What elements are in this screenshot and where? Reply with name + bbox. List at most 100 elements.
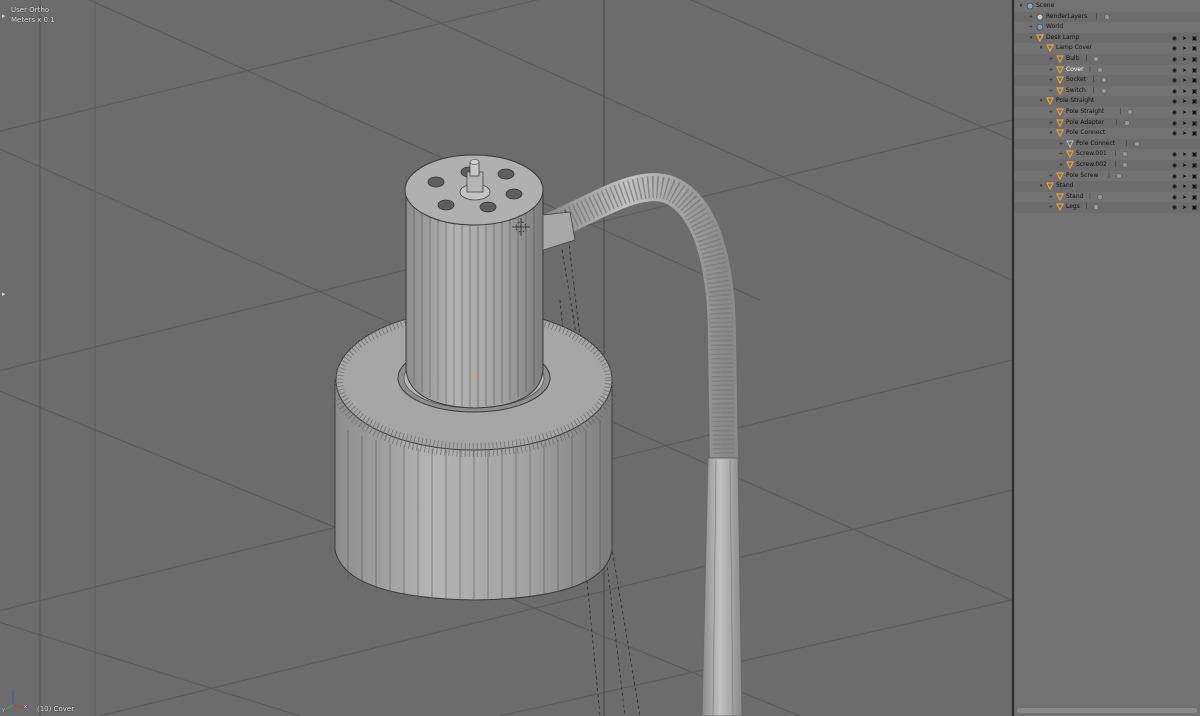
expand-toggle-icon[interactable]: +	[1058, 139, 1064, 150]
outliner-item-label[interactable]: World	[1046, 22, 1063, 33]
cursor-icon[interactable]: ➤	[1181, 130, 1188, 137]
outliner-item-label[interactable]: Stand	[1056, 181, 1073, 192]
outliner-scrollbar[interactable]	[1017, 708, 1197, 713]
eye-icon[interactable]: ◉	[1171, 67, 1178, 74]
outliner-panel[interactable]: ▾ Scene + RenderLayers | + World ▾ Desk Lamp ◉ ➤ ▣ ▾…	[1014, 0, 1200, 716]
eye-icon[interactable]: ◉	[1171, 183, 1178, 190]
outliner-item-label[interactable]: Pole Connect	[1076, 139, 1115, 150]
camera-icon[interactable]: ▣	[1191, 130, 1198, 137]
outliner-item[interactable]: + RenderLayers |	[1014, 11, 1200, 23]
expand-toggle-icon[interactable]: +	[1048, 86, 1054, 97]
cursor-icon[interactable]: ➤	[1181, 35, 1188, 42]
outliner-item-label[interactable]: Pole Connect	[1066, 128, 1105, 139]
outliner-item-label[interactable]: Pole Adapter	[1066, 118, 1104, 129]
expand-toggle-icon[interactable]: +	[1058, 160, 1064, 171]
cursor-icon[interactable]: ➤	[1181, 98, 1188, 105]
eye-icon[interactable]: ◉	[1171, 98, 1178, 105]
outliner-item[interactable]: ▾ Lamp Cover ◉ ➤ ▣	[1014, 43, 1200, 54]
outliner-item-label[interactable]: Screw.002	[1076, 160, 1107, 171]
cursor-icon[interactable]: ➤	[1181, 67, 1188, 74]
outliner-item-label[interactable]: Pole Screw	[1066, 171, 1098, 182]
outliner-item[interactable]: + Socket | ◉ ➤ ▣	[1014, 75, 1200, 86]
expand-toggle-icon[interactable]: +	[1048, 171, 1054, 182]
outliner-item[interactable]: + Pole Screw | ◉ ➤ ▣	[1014, 171, 1200, 182]
eye-icon[interactable]: ◉	[1171, 204, 1178, 211]
outliner-item[interactable]: ▾ Stand ◉ ➤ ▣	[1014, 181, 1200, 192]
outliner-item[interactable]: + Pole Straight | ◉ ➤ ▣	[1014, 107, 1200, 118]
cursor-icon[interactable]: ➤	[1181, 173, 1188, 180]
cursor-icon[interactable]: ➤	[1181, 194, 1188, 201]
child-data-icon[interactable]	[1100, 87, 1107, 94]
outliner-item[interactable]: + Legs | ◉ ➤ ▣	[1014, 202, 1200, 213]
outliner-item-label[interactable]: Pole Straight	[1066, 107, 1104, 118]
child-data-icon[interactable]	[1093, 204, 1100, 211]
properties-toggle[interactable]: ▸	[2, 290, 7, 298]
camera-icon[interactable]: ▣	[1191, 204, 1198, 211]
toolshelf-toggle[interactable]: ▸	[2, 12, 7, 20]
camera-icon[interactable]: ▣	[1191, 194, 1198, 201]
expand-toggle-icon[interactable]: +	[1048, 65, 1054, 76]
expand-toggle-icon[interactable]: +	[1048, 192, 1054, 203]
cursor-icon[interactable]: ➤	[1181, 77, 1188, 84]
eye-icon[interactable]: ◉	[1171, 35, 1178, 42]
camera-icon[interactable]: ▣	[1191, 162, 1198, 169]
expand-toggle-icon[interactable]: +	[1058, 149, 1064, 160]
outliner-item-label[interactable]: Lamp Cover	[1056, 43, 1092, 54]
camera-icon[interactable]: ▣	[1191, 173, 1198, 180]
expand-toggle-icon[interactable]: +	[1028, 12, 1034, 23]
collapse-toggle-icon[interactable]: ▾	[1018, 1, 1024, 12]
outliner-item-label[interactable]: Scene	[1036, 1, 1054, 12]
eye-icon[interactable]: ◉	[1171, 88, 1178, 95]
camera-icon[interactable]: ▣	[1191, 56, 1198, 63]
collapse-toggle-icon[interactable]: ▾	[1048, 128, 1054, 139]
expand-toggle-icon[interactable]: +	[1048, 202, 1054, 213]
eye-icon[interactable]: ◉	[1171, 194, 1178, 201]
child-data-icon[interactable]	[1127, 109, 1134, 115]
outliner-item[interactable]: + Cover | ◉ ➤ ▣	[1014, 65, 1200, 76]
3d-viewport[interactable]: User Ortho Meters x 0.1 (10) Cover x y ▸…	[0, 0, 1012, 716]
outliner-item-label[interactable]: Desk Lamp	[1046, 33, 1080, 44]
expand-toggle-icon[interactable]: +	[1048, 118, 1054, 129]
child-data-icon[interactable]	[1116, 172, 1122, 179]
collapse-toggle-icon[interactable]: ▾	[1038, 181, 1044, 192]
outliner-item[interactable]: + World	[1014, 22, 1200, 33]
child-data-icon[interactable]	[1100, 77, 1107, 84]
camera-icon[interactable]: ▣	[1191, 67, 1198, 74]
outliner-item-label[interactable]: Screw.001	[1076, 149, 1107, 160]
outliner-item[interactable]: + Stand | ◉ ➤ ▣	[1014, 192, 1200, 203]
expand-toggle-icon[interactable]: +	[1048, 107, 1054, 118]
camera-icon[interactable]: ▣	[1191, 45, 1198, 52]
eye-icon[interactable]: ◉	[1171, 173, 1178, 180]
outliner-item[interactable]: + Switch | ◉ ➤ ▣	[1014, 86, 1200, 97]
outliner-item[interactable]: ▾ Pole Straight ◉ ➤ ▣	[1014, 96, 1200, 107]
cursor-icon[interactable]: ➤	[1181, 183, 1188, 190]
outliner-item-label[interactable]: Legs	[1066, 202, 1080, 213]
camera-icon[interactable]: ▣	[1191, 35, 1198, 42]
collapse-toggle-icon[interactable]: ▾	[1038, 43, 1044, 54]
outliner-item-label[interactable]: Cover	[1066, 65, 1084, 76]
outliner-item[interactable]: + Screw.002 | ◉ ➤ ▣	[1014, 160, 1200, 171]
child-data-icon[interactable]	[1103, 13, 1110, 20]
camera-icon[interactable]: ▣	[1191, 98, 1198, 105]
eye-icon[interactable]: ◉	[1171, 109, 1178, 116]
cursor-icon[interactable]: ➤	[1181, 56, 1188, 63]
camera-icon[interactable]: ▣	[1191, 151, 1198, 158]
camera-icon[interactable]: ▣	[1191, 120, 1198, 127]
expand-toggle-icon[interactable]: +	[1028, 22, 1034, 33]
outliner-item-label[interactable]: RenderLayers	[1046, 12, 1087, 23]
eye-icon[interactable]: ◉	[1171, 56, 1178, 63]
eye-icon[interactable]: ◉	[1171, 45, 1178, 52]
cursor-icon[interactable]: ➤	[1181, 45, 1188, 52]
outliner-item[interactable]: + Screw.001 | ◉ ➤ ▣	[1014, 149, 1200, 160]
cursor-icon[interactable]: ➤	[1181, 88, 1188, 95]
outliner-item-label[interactable]: Pole Straight	[1056, 96, 1094, 107]
outliner-item[interactable]: ▾ Desk Lamp ◉ ➤ ▣	[1014, 32, 1200, 44]
outliner-item[interactable]: ▾ Scene	[1014, 1, 1200, 12]
child-data-icon[interactable]	[1097, 66, 1103, 73]
camera-icon[interactable]: ▣	[1191, 109, 1198, 116]
camera-icon[interactable]: ▣	[1191, 77, 1198, 84]
cursor-icon[interactable]: ➤	[1181, 151, 1188, 158]
viewport-scene[interactable]	[0, 0, 1012, 716]
cursor-icon[interactable]: ➤	[1181, 204, 1188, 211]
child-data-icon[interactable]	[1122, 162, 1129, 168]
